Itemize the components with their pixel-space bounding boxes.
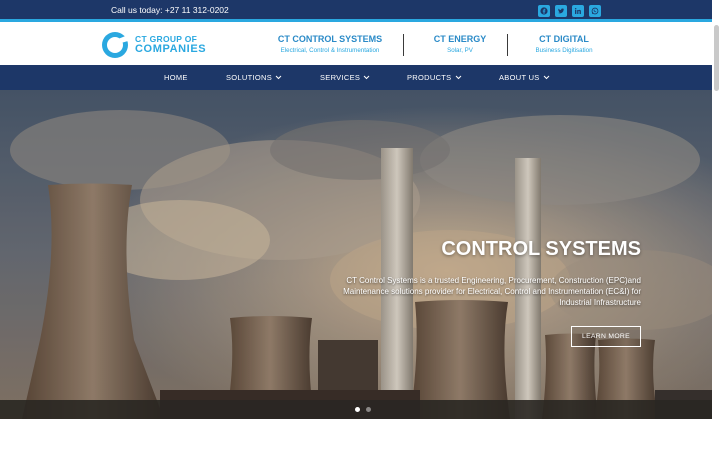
header: CT GROUP OF COMPANIES CT CONTROL SYSTEMS…: [0, 25, 720, 65]
chevron-down-icon: [543, 75, 549, 80]
nav-item-label: PRODUCTS: [407, 73, 452, 82]
company-tagline: Business Digitisation: [535, 47, 593, 54]
hero-description: CT Control Systems is a trusted Engineer…: [343, 276, 641, 307]
nav-item-label: HOME: [164, 73, 188, 82]
company-name: CT CONTROL SYSTEMS: [277, 34, 383, 44]
slider-dot[interactable]: [355, 407, 360, 412]
scrollbar-thumb[interactable]: [714, 25, 719, 91]
chevron-down-icon: [455, 75, 461, 80]
main-nav: HOME SOLUTIONS SERVICES PRODUCTS ABOUT U…: [0, 65, 720, 90]
company-name: CT ENERGY: [433, 34, 487, 44]
nav-item-label: SOLUTIONS: [226, 73, 273, 82]
facebook-icon[interactable]: [538, 5, 550, 17]
slider-pagination: [355, 407, 371, 412]
company-tagline: Solar, PV: [447, 47, 473, 54]
hero-slider: CONTROL SYSTEMS CT Control Systems is a …: [0, 90, 720, 419]
nav-item-services[interactable]: SERVICES: [320, 73, 370, 82]
linkedin-icon[interactable]: [572, 5, 584, 17]
scrollbar[interactable]: [712, 0, 720, 419]
company-logo[interactable]: CT GROUP OF COMPANIES: [101, 31, 229, 59]
company-name: CT DIGITAL: [539, 34, 589, 44]
slider-dot[interactable]: [366, 407, 371, 412]
hero-title: CONTROL SYSTEMS: [441, 238, 641, 260]
nav-item-products[interactable]: PRODUCTS: [407, 73, 462, 82]
logo-text-line1: CT GROUP OF: [135, 33, 198, 44]
social-links: [538, 5, 601, 17]
top-bar: Call us today: +27 11 312-0202: [0, 0, 720, 22]
divider: [507, 34, 508, 56]
divider: [403, 34, 404, 56]
nav-item-label: SERVICES: [320, 73, 361, 82]
chevron-down-icon: [275, 75, 282, 80]
whatsapp-icon[interactable]: [589, 5, 601, 17]
logo-mark-icon: [102, 32, 128, 58]
company-ct-energy[interactable]: CT ENERGY Solar, PV: [425, 34, 495, 54]
nav-item-label: ABOUT US: [499, 73, 540, 82]
nav-item-solutions[interactable]: SOLUTIONS: [226, 73, 282, 82]
twitter-icon[interactable]: [555, 5, 567, 17]
company-ct-control-systems[interactable]: CT CONTROL SYSTEMS Electrical, Control &…: [270, 34, 390, 54]
learn-more-button[interactable]: LEARN MORE: [571, 326, 641, 347]
page: Call us today: +27 11 312-0202 CT GROUP …: [0, 0, 720, 450]
nav-item-home[interactable]: HOME: [164, 73, 188, 82]
company-tagline: Electrical, Control & Instrumentation: [280, 47, 380, 54]
company-ct-digital[interactable]: CT DIGITAL Business Digitisation: [528, 34, 600, 54]
logo-text-line2: COMPANIES: [135, 43, 207, 56]
chevron-down-icon: [363, 75, 370, 80]
phone-text: Call us today: +27 11 312-0202: [111, 5, 229, 15]
nav-item-about-us[interactable]: ABOUT US: [499, 73, 550, 82]
